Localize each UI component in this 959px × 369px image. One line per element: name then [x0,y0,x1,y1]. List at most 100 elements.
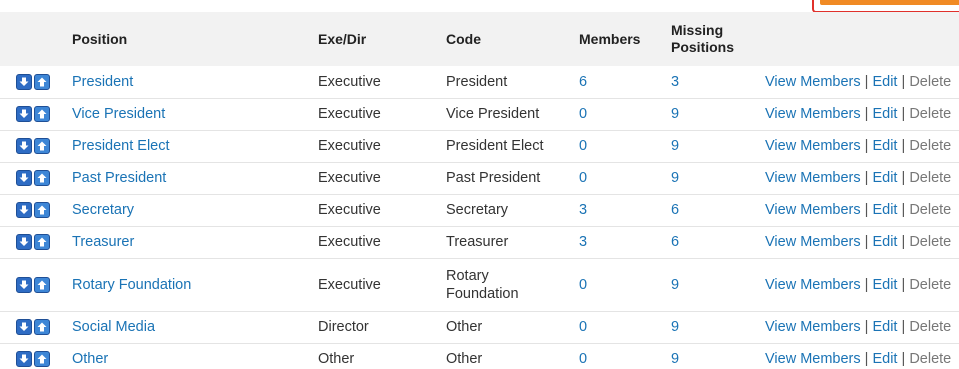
members-count[interactable]: 3 [569,194,661,226]
arrow-down-icon[interactable] [16,138,32,155]
position-cell: Social Media [62,311,308,343]
code-cell: Rotary Foundation [446,267,519,302]
position-cell: Rotary Foundation [62,258,308,311]
delete-link[interactable]: Delete [909,74,951,90]
arrow-down-icon[interactable] [16,351,32,368]
edit-link[interactable]: Edit [872,170,897,186]
view-members-link[interactable]: View Members [765,138,861,154]
edit-link[interactable]: Edit [872,106,897,122]
position-link[interactable]: Rotary Foundation [72,277,191,293]
view-members-link[interactable]: View Members [765,202,861,218]
position-link[interactable]: Other [72,351,108,367]
missing-positions-count[interactable]: 9 [661,343,755,369]
header-position: Position [72,30,128,47]
delete-link[interactable]: Delete [909,277,951,293]
members-count[interactable]: 0 [569,162,661,194]
table-header-row: Position Exe/Dir Code Members Missing Po… [0,12,959,66]
delete-link[interactable]: Delete [909,351,951,367]
arrow-up-icon[interactable] [34,276,50,293]
arrow-up-icon[interactable] [34,170,50,187]
edit-link[interactable]: Edit [872,202,897,218]
view-members-link[interactable]: View Members [765,277,861,293]
position-link[interactable]: Vice President [72,106,165,122]
arrow-down-icon[interactable] [16,319,32,336]
view-members-link[interactable]: View Members [765,170,861,186]
edit-link[interactable]: Edit [872,74,897,90]
delete-link[interactable]: Delete [909,138,951,154]
missing-positions-count[interactable]: 9 [661,162,755,194]
code-cell: Past President [446,170,541,186]
position-link[interactable]: Past President [72,170,166,186]
edit-link[interactable]: Edit [872,351,897,367]
reorder-cell [0,162,62,194]
header-members: Members [579,30,641,47]
actions-cell: View Members | Edit | Delete [755,162,959,194]
action-separator: | [864,106,869,122]
edit-link[interactable]: Edit [872,319,897,335]
exe-dir-cell: Executive [318,234,381,250]
members-count[interactable]: 6 [569,66,661,98]
arrow-down-icon[interactable] [16,234,32,251]
arrow-down-icon[interactable] [16,170,32,187]
missing-positions-count[interactable]: 3 [661,66,755,98]
arrow-up-icon[interactable] [34,73,50,90]
position-link[interactable]: Treasurer [72,234,134,250]
missing-positions-count[interactable]: 6 [661,194,755,226]
action-separator: | [864,170,869,186]
view-members-link[interactable]: View Members [765,74,861,90]
action-separator: | [864,234,869,250]
members-count[interactable]: 0 [569,258,661,311]
delete-link[interactable]: Delete [909,202,951,218]
reorder-cell [0,98,62,130]
arrow-up-icon[interactable] [34,319,50,336]
reorder-cell [0,130,62,162]
view-members-link[interactable]: View Members [765,319,861,335]
arrow-up-icon[interactable] [34,234,50,251]
actions-cell: View Members | Edit | Delete [755,258,959,311]
table-row: Secretary Executive Secretary 3 6 View M… [0,194,959,226]
edit-link[interactable]: Edit [872,234,897,250]
members-count[interactable]: 0 [569,311,661,343]
action-separator: | [901,73,906,90]
arrow-down-icon[interactable] [16,106,32,123]
arrow-up-icon[interactable] [34,138,50,155]
position-link[interactable]: President [72,74,133,90]
missing-positions-count[interactable]: 9 [661,311,755,343]
arrow-up-icon[interactable] [34,202,50,219]
missing-positions-count[interactable]: 9 [661,130,755,162]
position-cell: Past President [62,162,308,194]
missing-positions-count[interactable]: 9 [661,258,755,311]
table-row: Vice President Executive Vice President … [0,98,959,130]
reorder-cell [0,258,62,311]
arrow-up-icon[interactable] [34,106,50,123]
missing-positions-count[interactable]: 6 [661,226,755,258]
position-link[interactable]: President Elect [72,138,170,154]
edit-link[interactable]: Edit [872,277,897,293]
table-row: President Elect Executive President Elec… [0,130,959,162]
members-count[interactable]: 0 [569,98,661,130]
arrow-down-icon[interactable] [16,276,32,293]
header-actions [755,12,959,66]
position-link[interactable]: Social Media [72,319,155,335]
arrow-down-icon[interactable] [16,202,32,219]
position-link[interactable]: Secretary [72,202,134,218]
delete-link[interactable]: Delete [909,170,951,186]
arrow-up-icon[interactable] [34,351,50,368]
exe-dir-cell: Executive [318,170,381,186]
code-cell: Vice President [446,106,540,122]
members-count[interactable]: 0 [569,343,661,369]
arrow-down-icon[interactable] [16,73,32,90]
view-members-link[interactable]: View Members [765,106,861,122]
actions-cell: View Members | Edit | Delete [755,343,959,369]
header-exe-dir: Exe/Dir [318,30,367,47]
table-row: President Executive President 6 3 View M… [0,66,959,98]
view-members-link[interactable]: View Members [765,234,861,250]
missing-positions-count[interactable]: 9 [661,98,755,130]
members-count[interactable]: 0 [569,130,661,162]
view-members-link[interactable]: View Members [765,351,861,367]
members-count[interactable]: 3 [569,226,661,258]
delete-link[interactable]: Delete [909,319,951,335]
edit-link[interactable]: Edit [872,138,897,154]
delete-link[interactable]: Delete [909,234,951,250]
delete-link[interactable]: Delete [909,106,951,122]
